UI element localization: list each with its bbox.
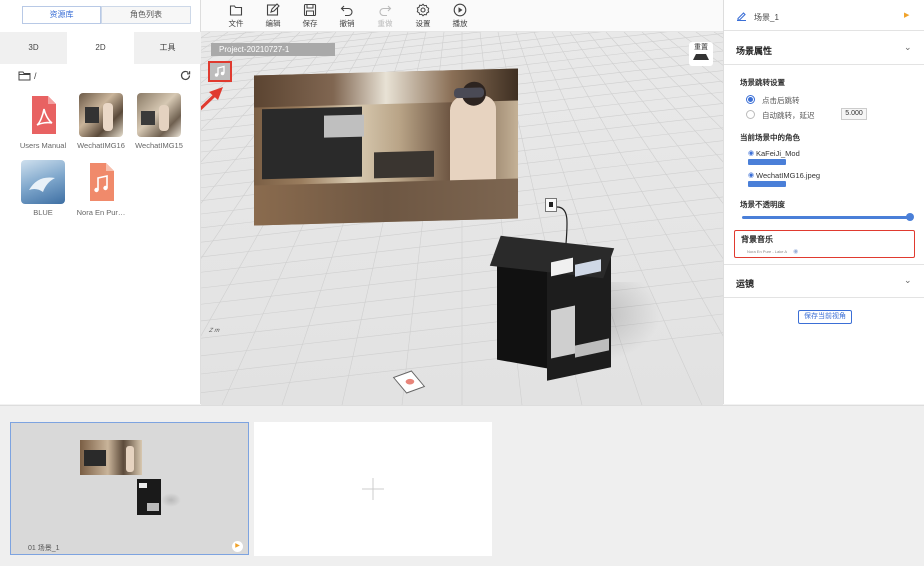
coffee-machine-model[interactable] [489,235,661,392]
role-name[interactable]: KaFeiJi_Mod [756,149,800,158]
subtab-3d[interactable]: 3D [0,32,67,64]
music-icon[interactable]: ◉ [793,248,798,255]
redo-button[interactable]: 重做 [370,3,400,29]
folder-icon[interactable] [18,70,31,83]
scene-viewport[interactable]: Project-20210727-1 重置 Z m [201,32,723,405]
axis-label: Z m [207,328,221,334]
roles-title: 当前场景中的角色 [740,133,800,142]
radio-label: 点击后跳转 [762,96,800,105]
role-color-bar [748,181,786,187]
jump-settings-title: 场景跳转设置 [740,78,785,87]
asset-label: BLUE [33,208,53,217]
radio-auto-jump[interactable] [746,110,755,119]
settings-button[interactable]: 设置 [408,3,438,29]
chevron-down-icon[interactable]: ⌄ [904,42,912,53]
scene-props-title[interactable]: 场景属性 [736,44,772,57]
play-scene-icon[interactable]: ▶ [904,11,909,19]
asset-label: WechatIMG15 [135,141,183,150]
scene-card-label: 01 场景_1 [28,545,60,552]
marker-icon [405,378,415,385]
folder-icon [229,5,243,16]
settings-icon [416,3,430,17]
undo-button[interactable]: 撤销 [332,3,362,29]
save-icon [303,3,317,17]
asset-item[interactable]: WechatIMG16 [72,93,130,150]
scene-card[interactable]: 01 场景_1 ▶ [10,422,249,555]
play-scene-icon[interactable]: ▶ [232,541,243,552]
opacity-title: 场景不透明度 [740,200,785,209]
pdf-icon [21,93,65,137]
bgm-value: Nora En Pure - Lake A [747,249,788,254]
asset-item[interactable]: Nora En Pur… [72,160,130,217]
play-button[interactable]: 播放 [445,3,475,29]
asset-panel: 资源库 角色列表 3D 2D 工具 / Users Manual WechatI… [0,0,201,404]
divider [724,264,924,265]
scene-thumbnail-image [80,440,142,475]
plus-icon [362,478,384,500]
camera-title[interactable]: 运镜 [736,277,754,290]
role-color-bar [748,159,786,165]
refresh-icon[interactable] [180,70,191,83]
divider [724,30,924,31]
redo-icon [379,5,392,17]
image-thumbnail [21,160,65,204]
subtab-tools[interactable]: 工具 [134,32,201,64]
asset-item[interactable]: BLUE [14,160,72,217]
scene-timeline: 01 场景_1 ▶ [0,405,924,566]
bgm-title: 背景音乐 [741,235,773,244]
tab-role-list[interactable]: 角色列表 [101,6,191,24]
asset-label: WechatIMG16 [77,141,125,150]
opacity-slider-track[interactable] [742,216,910,219]
tab-asset-library[interactable]: 资源库 [22,6,101,24]
role-name[interactable]: WechatIMG16.jpeg [756,171,820,180]
asset-label: Users Manual [19,141,67,150]
delay-input[interactable]: 5.000 [841,108,867,120]
toolbar: 文件 编辑 保存 撤销 重做 设置 播放 [201,0,723,32]
add-scene-button[interactable] [254,422,492,556]
eye-icon[interactable]: ◉ [748,171,754,179]
edit-button[interactable]: 编辑 [258,3,288,29]
bgm-section[interactable]: 背景音乐 Nora En Pure - Lake A ◉ [734,230,915,258]
divider [724,64,924,65]
play-icon [453,3,467,17]
edit-icon [266,3,280,16]
save-view-button[interactable]: 保存当前视角 [798,310,852,324]
file-button[interactable]: 文件 [221,3,251,29]
rename-icon[interactable] [736,10,747,23]
asset-item[interactable]: WechatIMG15 [130,93,188,150]
subtab-2d[interactable]: 2D [67,32,134,64]
save-button[interactable]: 保存 [295,3,325,29]
properties-panel: 场景_1 ▶ 场景属性 ⌄ 场景跳转设置 点击后跳转 自动跳转，延迟 5.000… [723,0,924,404]
scene-name[interactable]: 场景_1 [754,12,779,23]
chevron-down-icon[interactable]: ⌄ [904,275,912,286]
radio-click-jump[interactable] [746,95,755,104]
undo-icon [340,5,353,17]
asset-label: Nora En Pur… [76,208,126,217]
radio-label: 自动跳转，延迟 [762,111,815,120]
asset-item[interactable]: Users Manual [14,93,72,150]
folder-path: / [34,71,37,81]
music-file-icon [79,160,123,204]
image-thumbnail [137,93,181,137]
opacity-slider-handle[interactable] [906,213,914,221]
scene-thumbnail-model [137,479,161,515]
eye-icon[interactable]: ◉ [748,149,754,157]
image-thumbnail [79,93,123,137]
divider [724,297,924,298]
